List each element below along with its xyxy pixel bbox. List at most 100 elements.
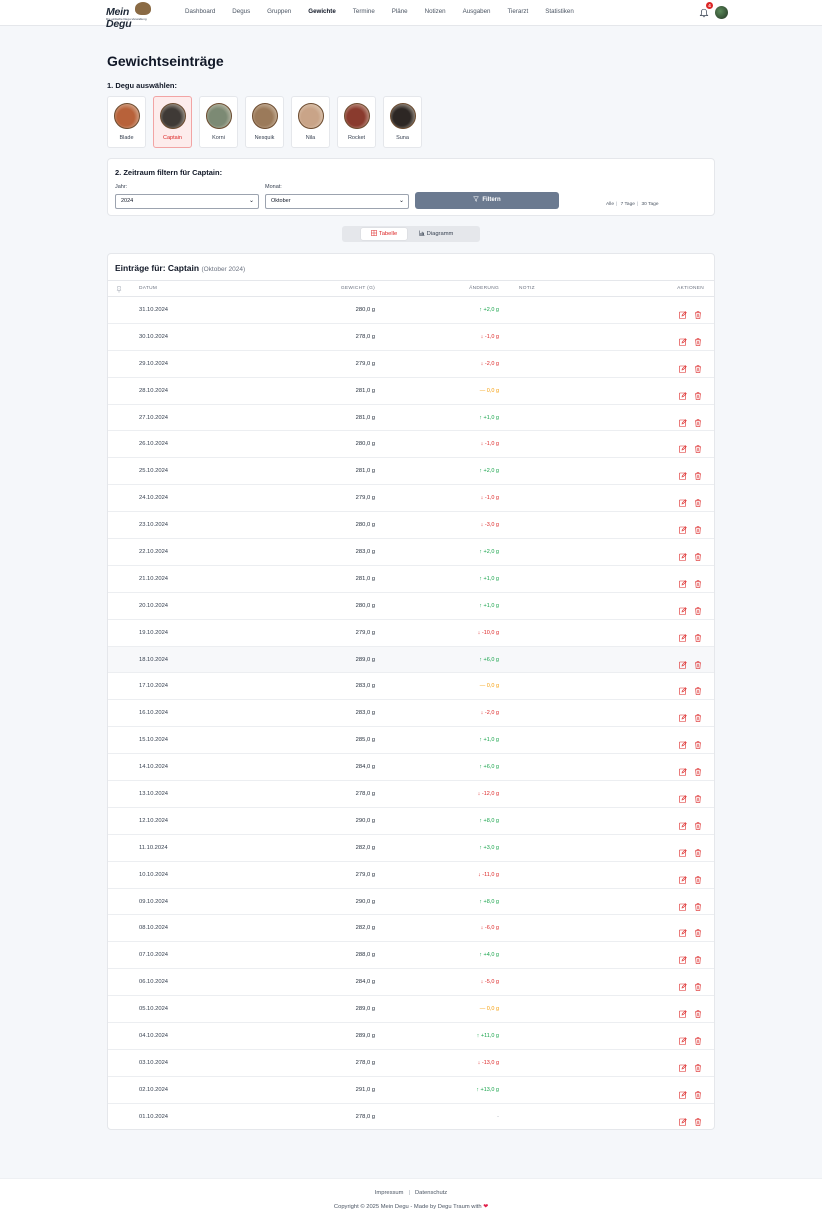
edit-icon[interactable] <box>679 817 687 830</box>
trash-icon[interactable] <box>694 387 702 400</box>
bell-icon[interactable] <box>699 8 709 18</box>
edit-icon[interactable] <box>679 1113 687 1126</box>
edit-icon[interactable] <box>679 333 687 346</box>
nav-link-degus[interactable]: Degus <box>232 8 250 15</box>
cell-date: 10.10.2024 <box>139 871 169 878</box>
table-view-button[interactable]: Tabelle <box>361 228 407 240</box>
trash-icon[interactable] <box>694 924 702 938</box>
month-select[interactable]: Oktober ⌄ <box>265 194 409 209</box>
nav-link-ausgaben[interactable]: Ausgaben <box>463 8 491 15</box>
degu-card-rocket[interactable]: Rocket <box>337 96 376 148</box>
edit-icon[interactable] <box>679 951 687 965</box>
edit-icon[interactable] <box>679 306 687 319</box>
entries-subtitle: (Oktober 2024) <box>201 266 246 273</box>
nav-link-dashboard[interactable]: Dashboard <box>185 8 215 15</box>
degu-name: Rocket <box>347 135 366 141</box>
trash-icon[interactable] <box>694 440 702 454</box>
edit-icon[interactable] <box>679 575 687 588</box>
change-value: +4,0 g <box>483 952 499 959</box>
edit-icon[interactable] <box>679 414 687 427</box>
quick-30days-link[interactable]: 30 Tage <box>642 202 659 207</box>
app-logo[interactable]: Mein Degu Die einfache Degu-Verwaltung <box>106 2 156 30</box>
column-date[interactable]: DATUM <box>139 286 157 291</box>
trash-icon[interactable] <box>694 898 702 911</box>
edit-icon[interactable] <box>679 1005 687 1018</box>
edit-icon[interactable] <box>679 871 687 884</box>
trash-icon[interactable] <box>694 736 702 749</box>
trash-icon[interactable] <box>694 763 702 776</box>
nav-link-gewichte[interactable]: Gewichte <box>308 8 336 15</box>
nav-link-notizen[interactable]: Notizen <box>425 8 446 15</box>
trash-icon[interactable] <box>694 1113 702 1126</box>
edit-icon[interactable] <box>679 360 687 373</box>
edit-icon[interactable] <box>679 682 687 696</box>
edit-icon[interactable] <box>679 629 687 642</box>
trash-icon[interactable] <box>694 817 702 830</box>
trash-icon[interactable] <box>694 844 702 857</box>
trash-icon[interactable] <box>694 494 702 507</box>
trash-icon[interactable] <box>694 790 702 803</box>
trash-icon[interactable] <box>694 521 702 534</box>
edit-icon[interactable] <box>679 898 687 911</box>
edit-icon[interactable] <box>679 1032 687 1045</box>
column-change[interactable]: ÄNDERUNG <box>469 286 499 291</box>
cell-change: ↑ +1,0 g <box>479 576 499 582</box>
quick-all-link[interactable]: Alle <box>606 202 614 207</box>
quick-7days-link[interactable]: 7 Tage <box>621 202 635 207</box>
trash-icon[interactable] <box>694 629 702 642</box>
nav-link-gruppen[interactable]: Gruppen <box>267 8 291 15</box>
edit-icon[interactable] <box>679 494 687 508</box>
nav-link-termine[interactable]: Termine <box>353 8 375 15</box>
edit-icon[interactable] <box>679 709 687 723</box>
trash-icon[interactable] <box>694 1005 702 1018</box>
year-select[interactable]: 2024 ⌄ <box>115 194 259 209</box>
nav-link-pläne[interactable]: Pläne <box>392 8 408 15</box>
trash-icon[interactable] <box>694 656 702 669</box>
edit-icon[interactable] <box>679 844 687 857</box>
edit-icon[interactable] <box>679 924 687 938</box>
degu-card-blade[interactable]: Blade <box>107 96 146 148</box>
edit-icon[interactable] <box>679 763 687 776</box>
degu-card-captain[interactable]: Captain <box>153 96 192 148</box>
degu-card-korni[interactable]: Korni <box>199 96 238 148</box>
trash-icon[interactable] <box>694 306 702 319</box>
trash-icon[interactable] <box>694 978 702 991</box>
trash-icon[interactable] <box>694 871 702 884</box>
edit-icon[interactable] <box>679 521 687 534</box>
edit-icon[interactable] <box>679 440 687 454</box>
trash-icon[interactable] <box>694 709 702 723</box>
edit-icon[interactable] <box>679 656 687 669</box>
trash-icon[interactable] <box>694 1032 702 1045</box>
filter-button[interactable]: Filtern <box>415 192 559 209</box>
trash-icon[interactable] <box>694 360 702 373</box>
user-avatar[interactable] <box>715 6 728 19</box>
impressum-link[interactable]: Impressum <box>375 1190 404 1196</box>
edit-icon[interactable] <box>679 387 687 400</box>
chart-view-button[interactable]: Diagramm <box>410 228 462 240</box>
edit-icon[interactable] <box>679 467 687 481</box>
trash-icon[interactable] <box>694 414 702 427</box>
nav-link-statistiken[interactable]: Statistiken <box>545 8 574 15</box>
nav-link-tierarzt[interactable]: Tierarzt <box>507 8 528 15</box>
degu-card-nila[interactable]: Nila <box>291 96 330 148</box>
trash-icon[interactable] <box>694 682 702 696</box>
edit-icon[interactable] <box>679 1086 687 1099</box>
edit-icon[interactable] <box>679 548 687 561</box>
datenschutz-link[interactable]: Datenschutz <box>415 1190 447 1196</box>
degu-card-suna[interactable]: Suna <box>383 96 422 148</box>
trash-icon[interactable] <box>694 333 702 346</box>
edit-icon[interactable] <box>679 602 687 615</box>
degu-card-nesquik[interactable]: Nesquik <box>245 96 284 148</box>
trash-icon[interactable] <box>694 575 702 588</box>
trash-icon[interactable] <box>694 602 702 615</box>
edit-icon[interactable] <box>679 736 687 750</box>
trash-icon[interactable] <box>694 467 702 481</box>
column-weight[interactable]: GEWICHT (G) <box>341 286 375 291</box>
edit-icon[interactable] <box>679 790 687 803</box>
trash-icon[interactable] <box>694 1059 702 1072</box>
edit-icon[interactable] <box>679 978 687 992</box>
trash-icon[interactable] <box>694 951 702 965</box>
trash-icon[interactable] <box>694 548 702 561</box>
edit-icon[interactable] <box>679 1059 687 1072</box>
trash-icon[interactable] <box>694 1086 702 1099</box>
